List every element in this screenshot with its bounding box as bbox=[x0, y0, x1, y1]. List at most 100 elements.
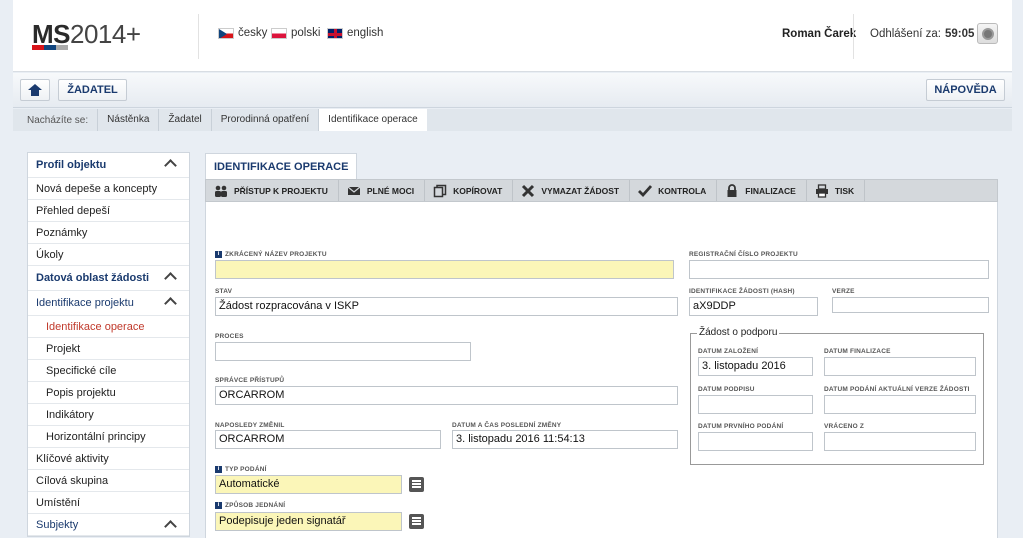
copy-button[interactable]: KOPÍROVAT bbox=[425, 180, 514, 201]
check-button[interactable]: KONTROLA bbox=[630, 180, 718, 201]
first-submit-date-label: DATUM PRVNÍHO PODÁNÍ bbox=[698, 423, 784, 430]
sidebar-item-location[interactable]: Umístění bbox=[28, 492, 189, 514]
sidebar-item-label: Klíčové aktivity bbox=[36, 453, 109, 465]
sidebar-item-specific-goals[interactable]: Specifické cíle bbox=[28, 360, 189, 382]
status-field[interactable]: Žádost rozpracována v ISKP bbox=[215, 297, 678, 316]
current-submit-date-label: DATUM PODÁNÍ AKTUÁLNÍ VERZE ŽÁDOSTI bbox=[824, 386, 970, 393]
short-name-field[interactable] bbox=[215, 260, 674, 279]
power-of-attorney-button[interactable]: PLNÉ MOCI bbox=[339, 180, 426, 201]
breadcrumb: Nacházíte se: Nástěnka Žadatel Prorodinn… bbox=[13, 109, 1012, 131]
version-label: VERZE bbox=[832, 288, 855, 295]
list-icon[interactable] bbox=[409, 477, 424, 492]
sidebar-item-horizontal-principles[interactable]: Horizontální principy bbox=[28, 426, 189, 448]
method-field[interactable]: Podepisuje jeden signatář bbox=[215, 512, 402, 531]
first-submit-date-field[interactable] bbox=[698, 432, 813, 451]
breadcrumb-item-applicant[interactable]: Žadatel bbox=[158, 109, 210, 131]
signed-date-field[interactable] bbox=[698, 395, 813, 414]
lang-czech-label: česky bbox=[238, 27, 268, 39]
chevron-up-icon bbox=[164, 272, 177, 285]
logo-year-text: 2014+ bbox=[70, 19, 141, 49]
sidebar-item-indicators[interactable]: Indikátory bbox=[28, 404, 189, 426]
action-label: PLNÉ MOCI bbox=[366, 185, 415, 196]
action-label: KOPÍROVAT bbox=[453, 185, 503, 196]
action-label: TISK bbox=[834, 185, 855, 196]
power-icon bbox=[981, 27, 994, 40]
sidebar-item-operation-identification[interactable]: Identifikace operace bbox=[28, 316, 189, 338]
lang-english-link[interactable]: english bbox=[327, 27, 383, 39]
submit-type-field[interactable]: Automatické bbox=[215, 475, 402, 494]
app-header: MS2014+ česky polski english Roman Čarek… bbox=[13, 0, 1012, 72]
label-text: ZPŮSOB JEDNÁNÍ bbox=[225, 502, 286, 510]
sidebar-item-label: Poznámky bbox=[36, 227, 88, 239]
sidebar-item-tasks[interactable]: Úkoly bbox=[28, 244, 189, 266]
form-panel: i ZKRÁCENÝ NÁZEV PROJEKTU STAV Žádost roz… bbox=[205, 202, 998, 538]
created-date-field[interactable]: 3. listopadu 2016 bbox=[698, 357, 813, 376]
sidebar-item-target-group[interactable]: Cílová skupina bbox=[28, 470, 189, 492]
method-label: i ZPŮSOB JEDNÁNÍ bbox=[215, 502, 285, 509]
sidebar-item-key-activities[interactable]: Klíčové aktivity bbox=[28, 448, 189, 470]
version-field[interactable] bbox=[832, 297, 989, 313]
last-changed-field[interactable]: ORCARROM bbox=[215, 430, 441, 449]
list-icon[interactable] bbox=[409, 514, 424, 529]
sidebar-item-label: Specifické cíle bbox=[46, 365, 117, 377]
reg-number-label: REGISTRAČNÍ ČÍSLO PROJEKTU bbox=[689, 251, 798, 258]
finalize-button[interactable]: FINALIZACE bbox=[717, 180, 807, 201]
status-label: STAV bbox=[215, 288, 233, 295]
last-change-date-field[interactable]: 3. listopadu 2016 11:54:13 bbox=[452, 430, 678, 449]
help-button[interactable]: NÁPOVĚDA bbox=[926, 79, 1005, 101]
lang-polish-link[interactable]: polski bbox=[271, 27, 320, 39]
lock-icon bbox=[727, 183, 737, 197]
access-admin-field[interactable]: ORCARROM bbox=[215, 386, 678, 405]
check-icon bbox=[638, 184, 653, 197]
sidebar-item-label: Nová depeše a koncepty bbox=[36, 183, 158, 195]
info-icon: i bbox=[215, 466, 222, 473]
breadcrumb-item-program[interactable]: Prorodinná opatření bbox=[210, 109, 318, 131]
hash-field[interactable]: aX9DDP bbox=[689, 297, 818, 316]
sidebar-item-notes[interactable]: Poznámky bbox=[28, 222, 189, 244]
top-toolbar: ŽADATEL NÁPOVĚDA bbox=[13, 73, 1012, 108]
delete-request-button[interactable]: VYMAZAT ŽÁDOST bbox=[513, 180, 631, 201]
access-admin-label: SPRÁVCE PŘÍSTUPŮ bbox=[215, 377, 285, 384]
sidebar-item-project[interactable]: Projekt bbox=[28, 338, 189, 360]
sidebar-item-project-identification[interactable]: Identifikace projektu bbox=[28, 291, 189, 316]
label-text: TYP PODÁNÍ bbox=[225, 466, 267, 474]
sidebar-item-label: Profil objektu bbox=[36, 159, 107, 171]
sidebar-item-data-area[interactable]: Datová oblast žádosti bbox=[28, 266, 189, 291]
sidebar-item-project-description[interactable]: Popis projektu bbox=[28, 382, 189, 404]
sidebar-item-messages[interactable]: Přehled depeší bbox=[28, 200, 189, 222]
home-icon bbox=[28, 84, 42, 96]
support-request-group: Žádost o podporu DATUM ZALOŽENÍ 3. listo… bbox=[690, 327, 984, 465]
process-label: PROCES bbox=[215, 333, 244, 340]
czech-flag-icon bbox=[218, 27, 234, 39]
sidebar-item-label: Úkoly bbox=[36, 249, 64, 261]
breadcrumb-item-dashboard[interactable]: Nástěnka bbox=[97, 109, 158, 131]
returned-from-field[interactable] bbox=[824, 432, 976, 451]
header-divider bbox=[853, 14, 854, 59]
lang-czech-link[interactable]: česky bbox=[218, 27, 267, 39]
support-request-legend: Žádost o podporu bbox=[697, 327, 780, 338]
sidebar-item-new-message[interactable]: Nová depeše a koncepty bbox=[28, 178, 189, 200]
process-field[interactable] bbox=[215, 342, 471, 361]
reg-number-field[interactable] bbox=[689, 260, 989, 279]
sidebar-item-object-profile[interactable]: Profil objektu bbox=[28, 153, 189, 178]
signed-date-label: DATUM PODPISU bbox=[698, 386, 755, 393]
user-name[interactable]: Roman Čarek bbox=[782, 28, 856, 40]
sidebar-item-subjects[interactable]: Subjekty bbox=[28, 514, 189, 536]
submit-type-label: i TYP PODÁNÍ bbox=[215, 466, 267, 473]
sidebar-item-label: Umístění bbox=[36, 497, 81, 509]
finalized-date-field[interactable] bbox=[824, 357, 976, 376]
print-button[interactable]: TISK bbox=[807, 180, 866, 201]
current-submit-date-field[interactable] bbox=[824, 395, 976, 414]
chevron-up-icon bbox=[164, 159, 177, 172]
short-name-label: i ZKRÁCENÝ NÁZEV PROJEKTU bbox=[215, 251, 327, 258]
applicant-button[interactable]: ŽADATEL bbox=[58, 79, 127, 101]
breadcrumb-item-current: Identifikace operace bbox=[318, 109, 427, 131]
project-access-button[interactable]: PŘÍSTUP K PROJEKTU bbox=[206, 180, 339, 201]
sidebar-item-label: Projekt bbox=[46, 343, 81, 355]
logout-button[interactable] bbox=[977, 23, 998, 44]
copy-icon bbox=[433, 184, 447, 197]
home-button[interactable] bbox=[20, 79, 50, 101]
users-icon bbox=[215, 185, 227, 197]
action-label: KONTROLA bbox=[658, 185, 707, 196]
sidebar-item-label: Identifikace operace bbox=[46, 321, 145, 333]
